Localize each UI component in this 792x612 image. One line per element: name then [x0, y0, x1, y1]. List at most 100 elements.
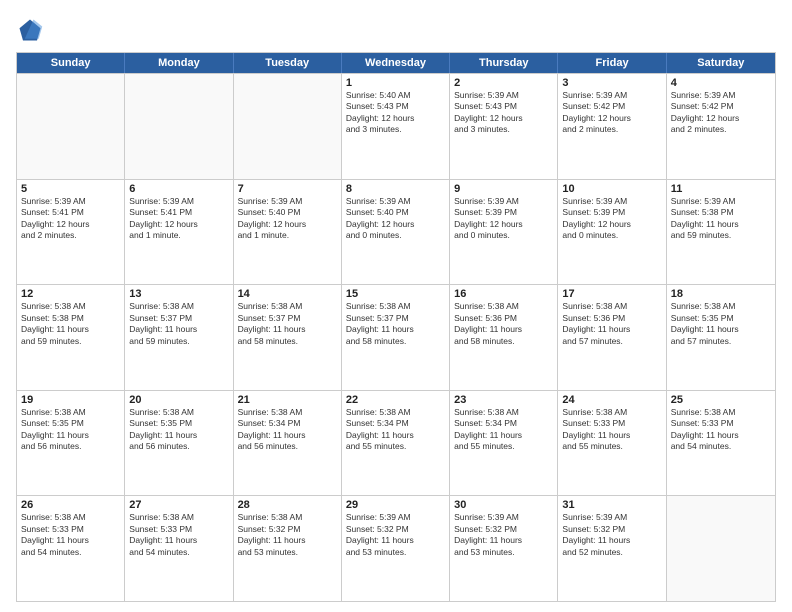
cell-info-line: Sunrise: 5:39 AM: [346, 196, 445, 207]
calendar-cell: [125, 74, 233, 179]
cell-info-line: Daylight: 11 hours: [562, 535, 661, 546]
weekday-header: Tuesday: [234, 53, 342, 73]
calendar-cell: 11Sunrise: 5:39 AMSunset: 5:38 PMDayligh…: [667, 180, 775, 285]
day-number: 27: [129, 499, 228, 511]
cell-info-line: Sunrise: 5:38 AM: [671, 407, 771, 418]
calendar-page: SundayMondayTuesdayWednesdayThursdayFrid…: [0, 0, 792, 612]
cell-info-line: and 53 minutes.: [346, 547, 445, 558]
day-number: 29: [346, 499, 445, 511]
calendar-row: 1Sunrise: 5:40 AMSunset: 5:43 PMDaylight…: [17, 73, 775, 179]
cell-info-line: and 56 minutes.: [129, 441, 228, 452]
calendar-cell: 5Sunrise: 5:39 AMSunset: 5:41 PMDaylight…: [17, 180, 125, 285]
day-number: 30: [454, 499, 553, 511]
calendar-cell: 23Sunrise: 5:38 AMSunset: 5:34 PMDayligh…: [450, 391, 558, 496]
cell-info-line: Sunrise: 5:38 AM: [238, 407, 337, 418]
day-number: 15: [346, 288, 445, 300]
cell-info-line: and 59 minutes.: [129, 336, 228, 347]
cell-info-line: Sunset: 5:40 PM: [346, 207, 445, 218]
cell-info-line: Sunset: 5:35 PM: [21, 418, 120, 429]
cell-info-line: Sunset: 5:36 PM: [562, 313, 661, 324]
cell-info-line: Daylight: 12 hours: [346, 219, 445, 230]
cell-info-line: Sunrise: 5:39 AM: [671, 90, 771, 101]
cell-info-line: Sunset: 5:34 PM: [238, 418, 337, 429]
day-number: 21: [238, 394, 337, 406]
cell-info-line: Daylight: 11 hours: [454, 535, 553, 546]
cell-info-line: Sunrise: 5:39 AM: [562, 196, 661, 207]
day-number: 9: [454, 183, 553, 195]
cell-info-line: Sunset: 5:39 PM: [454, 207, 553, 218]
cell-info-line: and 59 minutes.: [671, 230, 771, 241]
cell-info-line: Sunset: 5:43 PM: [454, 101, 553, 112]
logo-icon: [16, 16, 44, 44]
calendar-cell: 22Sunrise: 5:38 AMSunset: 5:34 PMDayligh…: [342, 391, 450, 496]
cell-info-line: Daylight: 12 hours: [238, 219, 337, 230]
cell-info-line: Sunrise: 5:38 AM: [562, 301, 661, 312]
cell-info-line: Sunset: 5:41 PM: [21, 207, 120, 218]
calendar-row: 5Sunrise: 5:39 AMSunset: 5:41 PMDaylight…: [17, 179, 775, 285]
cell-info-line: Sunrise: 5:38 AM: [21, 407, 120, 418]
cell-info-line: Sunrise: 5:38 AM: [129, 301, 228, 312]
calendar: SundayMondayTuesdayWednesdayThursdayFrid…: [16, 52, 776, 602]
cell-info-line: Daylight: 11 hours: [129, 430, 228, 441]
weekday-header: Sunday: [17, 53, 125, 73]
cell-info-line: and 52 minutes.: [562, 547, 661, 558]
day-number: 24: [562, 394, 661, 406]
cell-info-line: Sunset: 5:41 PM: [129, 207, 228, 218]
cell-info-line: and 56 minutes.: [238, 441, 337, 452]
cell-info-line: and 1 minute.: [238, 230, 337, 241]
weekday-header: Friday: [558, 53, 666, 73]
cell-info-line: Sunset: 5:39 PM: [562, 207, 661, 218]
cell-info-line: and 3 minutes.: [346, 124, 445, 135]
calendar-cell: 29Sunrise: 5:39 AMSunset: 5:32 PMDayligh…: [342, 496, 450, 601]
cell-info-line: Sunrise: 5:38 AM: [346, 301, 445, 312]
day-number: 22: [346, 394, 445, 406]
day-number: 23: [454, 394, 553, 406]
cell-info-line: Daylight: 12 hours: [562, 113, 661, 124]
day-number: 19: [21, 394, 120, 406]
cell-info-line: and 55 minutes.: [562, 441, 661, 452]
cell-info-line: Sunrise: 5:39 AM: [454, 90, 553, 101]
day-number: 10: [562, 183, 661, 195]
cell-info-line: and 56 minutes.: [21, 441, 120, 452]
cell-info-line: Sunrise: 5:38 AM: [238, 301, 337, 312]
cell-info-line: Sunset: 5:32 PM: [238, 524, 337, 535]
cell-info-line: Sunset: 5:34 PM: [454, 418, 553, 429]
cell-info-line: Sunset: 5:33 PM: [562, 418, 661, 429]
cell-info-line: Sunrise: 5:38 AM: [454, 407, 553, 418]
cell-info-line: and 0 minutes.: [346, 230, 445, 241]
calendar-row: 26Sunrise: 5:38 AMSunset: 5:33 PMDayligh…: [17, 495, 775, 601]
cell-info-line: and 58 minutes.: [454, 336, 553, 347]
calendar-cell: 20Sunrise: 5:38 AMSunset: 5:35 PMDayligh…: [125, 391, 233, 496]
day-number: 11: [671, 183, 771, 195]
cell-info-line: Daylight: 12 hours: [671, 113, 771, 124]
cell-info-line: Sunset: 5:33 PM: [129, 524, 228, 535]
calendar-cell: 18Sunrise: 5:38 AMSunset: 5:35 PMDayligh…: [667, 285, 775, 390]
cell-info-line: and 54 minutes.: [671, 441, 771, 452]
cell-info-line: Sunset: 5:37 PM: [238, 313, 337, 324]
cell-info-line: and 57 minutes.: [671, 336, 771, 347]
day-number: 18: [671, 288, 771, 300]
cell-info-line: Daylight: 11 hours: [671, 219, 771, 230]
cell-info-line: Sunrise: 5:39 AM: [346, 512, 445, 523]
cell-info-line: Sunrise: 5:38 AM: [454, 301, 553, 312]
cell-info-line: and 1 minute.: [129, 230, 228, 241]
calendar-cell: 17Sunrise: 5:38 AMSunset: 5:36 PMDayligh…: [558, 285, 666, 390]
day-number: 2: [454, 77, 553, 89]
calendar-cell: 2Sunrise: 5:39 AMSunset: 5:43 PMDaylight…: [450, 74, 558, 179]
calendar-cell: 6Sunrise: 5:39 AMSunset: 5:41 PMDaylight…: [125, 180, 233, 285]
cell-info-line: Sunset: 5:38 PM: [671, 207, 771, 218]
logo: [16, 16, 48, 44]
page-header: [16, 12, 776, 44]
cell-info-line: Daylight: 11 hours: [21, 430, 120, 441]
cell-info-line: Daylight: 12 hours: [454, 113, 553, 124]
calendar-cell: 15Sunrise: 5:38 AMSunset: 5:37 PMDayligh…: [342, 285, 450, 390]
cell-info-line: and 0 minutes.: [454, 230, 553, 241]
cell-info-line: and 0 minutes.: [562, 230, 661, 241]
day-number: 31: [562, 499, 661, 511]
cell-info-line: Daylight: 11 hours: [238, 430, 337, 441]
calendar-cell: 16Sunrise: 5:38 AMSunset: 5:36 PMDayligh…: [450, 285, 558, 390]
cell-info-line: Daylight: 11 hours: [129, 535, 228, 546]
day-number: 12: [21, 288, 120, 300]
calendar-cell: 1Sunrise: 5:40 AMSunset: 5:43 PMDaylight…: [342, 74, 450, 179]
cell-info-line: and 53 minutes.: [238, 547, 337, 558]
